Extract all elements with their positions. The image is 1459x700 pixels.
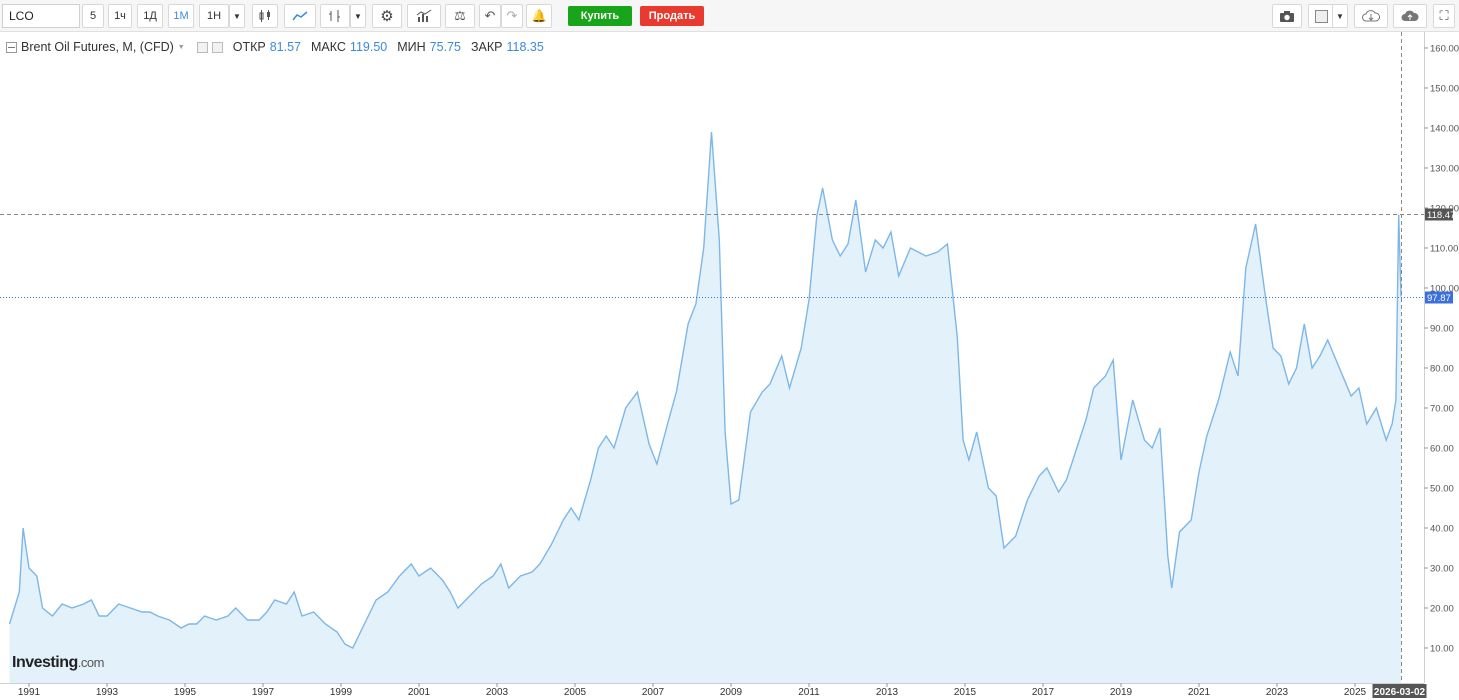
y-tick-label: 70.00 bbox=[1430, 404, 1454, 415]
x-tick-label: 2013 bbox=[876, 687, 899, 698]
indicators-button[interactable] bbox=[320, 4, 350, 28]
snapshot-button[interactable] bbox=[1272, 4, 1302, 28]
x-tick-label: 1991 bbox=[18, 687, 41, 698]
studies-button[interactable] bbox=[407, 4, 441, 28]
settings-icon[interactable] bbox=[196, 41, 208, 53]
chevron-down-icon[interactable]: ▼ bbox=[178, 44, 185, 51]
x-tick-label: 2005 bbox=[564, 687, 587, 698]
x-tick-label: 1993 bbox=[96, 687, 119, 698]
chevron-down-icon: ▼ bbox=[1336, 11, 1344, 21]
timeframe-1w[interactable]: 1Н bbox=[199, 4, 229, 28]
chart-toolbar: 5 1ч 1Д 1М 1Н ▼ ▼ ⚙ ⚖ ↶ ↷ 🔔 Купить Прода… bbox=[0, 0, 1459, 32]
y-tick-label: 150.00 bbox=[1430, 84, 1459, 95]
y-tick-label: 160.00 bbox=[1430, 44, 1459, 55]
bell-plus-icon: 🔔 bbox=[531, 9, 547, 23]
cloud-upload-icon bbox=[1401, 10, 1419, 21]
y-tick-label: 110.00 bbox=[1430, 244, 1458, 255]
timeframe-1h[interactable]: 1ч bbox=[108, 4, 132, 28]
line-chart-icon bbox=[292, 11, 308, 21]
high-value: 119.50 bbox=[349, 40, 388, 54]
candles-button[interactable] bbox=[252, 4, 278, 28]
y-tick-label: 20.00 bbox=[1430, 604, 1454, 615]
x-tick-label: 2019 bbox=[1110, 687, 1133, 698]
layout-dropdown[interactable]: ▼ bbox=[1332, 4, 1348, 28]
redo-icon: ↷ bbox=[506, 8, 518, 23]
y-tick-label: 60.00 bbox=[1430, 444, 1454, 455]
square-icon bbox=[1314, 9, 1328, 23]
bars-icon bbox=[329, 10, 340, 22]
study-chart-icon bbox=[416, 9, 432, 22]
y-tick-label: 130.00 bbox=[1430, 164, 1459, 175]
cloud-save-button[interactable] bbox=[1393, 4, 1427, 28]
x-tick-label: 2023 bbox=[1266, 687, 1289, 698]
open-value: 81.57 bbox=[269, 40, 301, 54]
y-tick-label: 80.00 bbox=[1430, 364, 1454, 375]
x-tick-label: 2003 bbox=[486, 687, 509, 698]
chevron-down-icon: ▼ bbox=[233, 11, 241, 21]
chart-legend: Brent Oil Futures, M, (CFD) ▼ ОТКР 81.57 … bbox=[6, 40, 544, 54]
y-tick-label: 140.00 bbox=[1430, 124, 1459, 135]
add-alert-button[interactable]: 🔔 bbox=[526, 4, 552, 28]
close-label: ЗАКР bbox=[470, 40, 503, 54]
camera-icon bbox=[1280, 10, 1294, 22]
timeframe-1d[interactable]: 1Д bbox=[137, 4, 163, 28]
buy-button[interactable]: Купить bbox=[568, 6, 632, 26]
timeframe-1m[interactable]: 1М bbox=[168, 4, 194, 28]
cloud-download-icon bbox=[1362, 10, 1380, 22]
cloud-load-button[interactable] bbox=[1354, 4, 1388, 28]
close-value: 118.35 bbox=[506, 40, 544, 54]
close-icon[interactable] bbox=[211, 41, 223, 53]
x-tick-label: 2011 bbox=[798, 687, 820, 698]
y-tick-label: 30.00 bbox=[1430, 564, 1454, 575]
high-label: МАКС bbox=[311, 40, 346, 54]
candlestick-icon bbox=[259, 10, 270, 22]
x-tick-label: 2015 bbox=[954, 687, 977, 698]
x-tick-label: 2025 bbox=[1344, 687, 1367, 698]
x-tick-label: 2007 bbox=[642, 687, 665, 698]
chevron-down-icon: ▼ bbox=[354, 11, 362, 21]
line-chart-button[interactable] bbox=[284, 4, 316, 28]
timeframe-dropdown[interactable]: ▼ bbox=[229, 4, 245, 28]
gear-icon: ⚙ bbox=[380, 8, 394, 25]
y-tick-label: 40.00 bbox=[1430, 524, 1454, 535]
collapse-icon[interactable] bbox=[6, 41, 17, 53]
open-label: ОТКР bbox=[232, 40, 266, 54]
price-chart[interactable]: 118.4797.8710.0020.0030.0040.0050.0060.0… bbox=[0, 32, 1459, 700]
x-tick-label: 2001 bbox=[408, 687, 431, 698]
x-tick-label: 1999 bbox=[330, 687, 353, 698]
y-tick-label: 50.00 bbox=[1430, 484, 1454, 495]
indicators-dropdown[interactable]: ▼ bbox=[350, 4, 366, 28]
layout-button[interactable] bbox=[1308, 4, 1334, 28]
undo-button[interactable]: ↶ bbox=[479, 4, 501, 28]
x-tick-label: 2009 bbox=[720, 687, 743, 698]
price-marker-label: 97.87 bbox=[1427, 293, 1451, 304]
sell-button[interactable]: Продать bbox=[640, 6, 704, 26]
settings-button[interactable]: ⚙ bbox=[372, 4, 402, 28]
y-tick-label: 100.00 bbox=[1430, 284, 1459, 295]
low-label: МИН bbox=[397, 40, 426, 54]
y-tick-label: 90.00 bbox=[1430, 324, 1454, 335]
symbol-input[interactable] bbox=[2, 4, 80, 28]
chart-area[interactable]: 118.47 97.87 10.00 20.00 30.00 40.00 50.00 60.0… bbox=[0, 32, 1459, 700]
low-value: 75.75 bbox=[429, 40, 461, 54]
x-tick-label: 1997 bbox=[252, 687, 275, 698]
undo-icon: ↶ bbox=[484, 8, 496, 23]
redo-button[interactable]: ↷ bbox=[501, 4, 523, 28]
legend-title: Brent Oil Futures, M, (CFD) bbox=[21, 40, 174, 54]
expand-icon: ⛶ bbox=[1439, 8, 1449, 23]
x-tick-label: 1995 bbox=[174, 687, 197, 698]
scales-icon: ⚖ bbox=[454, 8, 466, 23]
investing-logo: Investing.com bbox=[12, 654, 104, 671]
cursor-date-label: 2026-03-02 bbox=[1374, 687, 1426, 698]
compare-button[interactable]: ⚖ bbox=[445, 4, 475, 28]
timeframe-5[interactable]: 5 bbox=[82, 4, 104, 28]
x-tick-label: 2017 bbox=[1032, 687, 1055, 698]
x-tick-label: 2021 bbox=[1188, 687, 1211, 698]
fullscreen-button[interactable]: ⛶ bbox=[1433, 4, 1455, 28]
y-tick-label: 120.00 bbox=[1430, 204, 1459, 215]
y-tick-label: 10.00 bbox=[1430, 644, 1454, 655]
